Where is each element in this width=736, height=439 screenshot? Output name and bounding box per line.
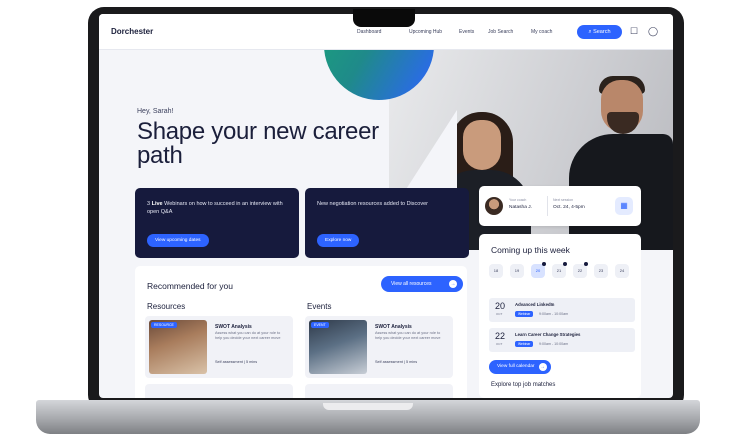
promo-card-negotiation: New negotiation resources added to Disco… xyxy=(305,188,469,258)
event-dot xyxy=(542,262,546,266)
resource-tile-next[interactable] xyxy=(145,384,293,398)
view-calendar-button[interactable]: View full calendar → xyxy=(489,360,551,374)
resource-tile-tag: RESOURCE xyxy=(151,322,177,328)
promo-card-webinars: 3 Live Webinars on how to succeed in an … xyxy=(135,188,299,258)
calendar-icon[interactable]: ▦ xyxy=(615,197,633,215)
camera-notch xyxy=(353,9,415,27)
nav-link-upcoming[interactable]: Upcoming Hub xyxy=(409,29,442,35)
view-all-resources-button[interactable]: View all resources → xyxy=(381,276,463,292)
day-chip[interactable]: 20 xyxy=(531,264,545,278)
resources-heading: Resources xyxy=(147,302,186,311)
view-calendar-label: View full calendar xyxy=(497,364,535,369)
side-panel: Your coach Natasha J. Next session Oct. … xyxy=(479,186,641,398)
coach-appointment-card[interactable]: Your coach Natasha J. Next session Oct. … xyxy=(479,186,641,226)
event-title: Advanced LinkedIn xyxy=(515,302,555,307)
promo-webinars-emphasis: Live xyxy=(151,201,163,207)
coach-avatar xyxy=(485,197,503,215)
job-matches-heading: Explore top job matches xyxy=(491,382,556,388)
recommended-title: Recommended for you xyxy=(147,281,233,291)
event-tile-description: Assess what you can do at your role to h… xyxy=(375,331,441,340)
resource-tile-description: Assess what you can do at your role to h… xyxy=(215,331,281,340)
nav-link-dashboard[interactable]: Dashboard xyxy=(357,29,381,35)
event-dot xyxy=(563,262,567,266)
view-dates-button[interactable]: View upcoming dates xyxy=(147,234,209,247)
promo-webinars-text: 3 Live Webinars on how to succeed in an … xyxy=(147,200,289,216)
page-headline: Shape your new career path xyxy=(137,118,379,169)
event-dot xyxy=(584,262,588,266)
promo-webinars-rest: Webinars on how to succeed in an intervi… xyxy=(147,201,283,215)
coach-label: Your coach xyxy=(509,198,527,202)
promo-negotiation-text: New negotiation resources added to Disco… xyxy=(317,201,428,207)
next-session-label: Next session xyxy=(553,198,574,202)
resource-tile-meta: Self assessment | 5 mins xyxy=(215,360,258,364)
nav-link-events[interactable]: Events xyxy=(459,29,474,35)
event-tag: Webinar xyxy=(515,311,534,317)
event-tile-tag: EVENT xyxy=(311,322,329,328)
event-time: 9:00am - 10:00am xyxy=(539,342,569,346)
day-chip[interactable]: 23 xyxy=(594,264,608,278)
appointment-divider xyxy=(547,196,548,216)
event-tag: Webinar xyxy=(515,341,534,347)
greeting-text: Hey, Sarah! xyxy=(137,108,174,115)
coming-up-title: Coming up this week xyxy=(491,245,570,255)
event-tile-title: SWOT Analysis xyxy=(375,324,412,330)
resource-tile-title: SWOT Analysis xyxy=(215,324,252,330)
event-tile[interactable]: EVENT SWOT Analysis Assess what you can … xyxy=(305,316,453,378)
app-screen: Dorchester Dashboard Upcoming Hub Events… xyxy=(99,14,673,398)
brand-logo[interactable]: Dorchester xyxy=(111,27,153,36)
search-button[interactable]: ⌕ Search xyxy=(577,25,622,39)
laptop-hinge-notch xyxy=(323,403,413,410)
coach-name: Natasha J. xyxy=(509,205,532,210)
event-month: OCT xyxy=(496,312,503,316)
event-item[interactable]: 22 OCT Learn Career Change Strategies We… xyxy=(489,328,635,352)
day-chip[interactable]: 21 xyxy=(552,264,566,278)
resource-tile-image xyxy=(149,320,207,374)
resource-tile[interactable]: RESOURCE SWOT Analysis Assess what you c… xyxy=(145,316,293,378)
event-tile-meta: Self assessment | 5 mins xyxy=(375,360,418,364)
event-tile-next[interactable] xyxy=(305,384,453,398)
day-chip[interactable]: 24 xyxy=(615,264,629,278)
recommended-panel: Recommended for you View all resources →… xyxy=(135,266,467,398)
event-title: Learn Career Change Strategies xyxy=(515,332,581,337)
day-chip[interactable]: 18 xyxy=(489,264,503,278)
event-item[interactable]: 20 OCT Advanced LinkedIn Webinar 9:00am … xyxy=(489,298,635,322)
nav-link-job-search[interactable]: Job Search xyxy=(488,29,513,35)
event-month: OCT xyxy=(496,342,503,346)
next-session-value: Oct. 24, 4-5pm xyxy=(553,205,585,210)
event-tile-image xyxy=(309,320,367,374)
day-chip[interactable]: 22 xyxy=(573,264,587,278)
hero-person-face xyxy=(463,120,501,170)
event-time: 9:00am - 10:00am xyxy=(539,312,569,316)
arrow-right-icon: → xyxy=(449,280,457,288)
explore-now-button[interactable]: Explore now xyxy=(317,234,360,247)
search-button-label: Search xyxy=(593,29,611,35)
event-day: 20 xyxy=(495,301,506,311)
coming-up-panel: Coming up this week 18 19 20 21 22 23 24… xyxy=(479,234,641,398)
profile-icon[interactable]: ◯ xyxy=(648,26,658,37)
event-day: 22 xyxy=(495,331,506,341)
events-heading: Events xyxy=(307,302,332,311)
arrow-right-icon: → xyxy=(538,363,547,371)
notifications-icon[interactable]: ☐ xyxy=(630,26,638,37)
day-chip[interactable]: 19 xyxy=(510,264,524,278)
nav-link-my-coach[interactable]: My coach xyxy=(531,29,552,35)
view-all-label: View all resources xyxy=(391,281,432,287)
